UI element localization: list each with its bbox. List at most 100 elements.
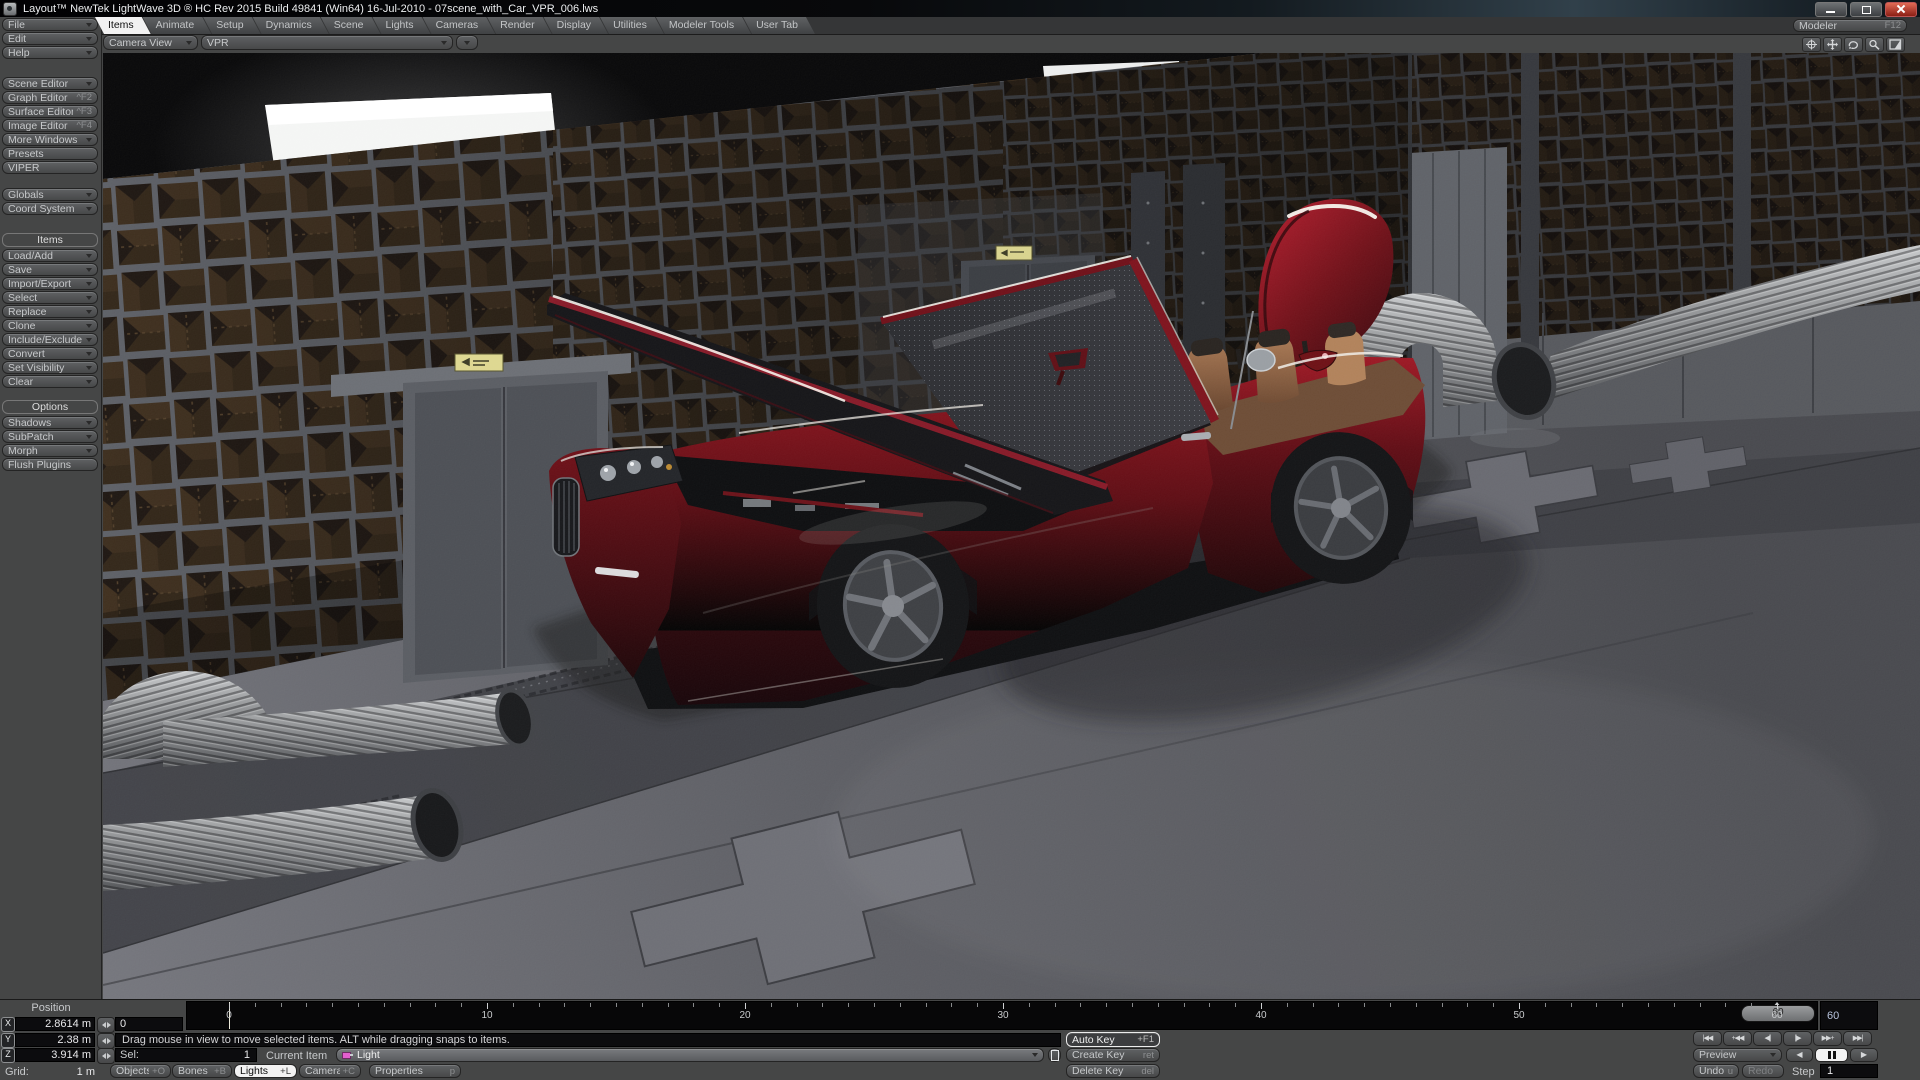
sidebar-item-select[interactable]: Select <box>2 291 98 304</box>
item-properties-mini-button[interactable] <box>1048 1048 1061 1062</box>
lights-mode-button[interactable]: Lights+L <box>234 1064 297 1078</box>
sidebar-item-presets[interactable]: Presets <box>2 147 98 160</box>
sidebar-item-scene-editor[interactable]: Scene Editor <box>2 77 98 90</box>
prev-keyframe-button[interactable]: +◀◀ <box>1723 1031 1752 1046</box>
sidebar-item-replace[interactable]: Replace <box>2 305 98 318</box>
bones-mode-button[interactable]: Bones+B <box>172 1064 232 1078</box>
help-menu[interactable]: Help <box>2 46 98 59</box>
zoom-view-icon <box>1868 39 1881 50</box>
play-reverse-button[interactable]: ◀ <box>1786 1048 1813 1062</box>
undo-button[interactable]: Undou <box>1693 1064 1739 1078</box>
sidebar-item-coord-system[interactable]: Coord System <box>2 202 98 215</box>
viewport-canvas[interactable] <box>103 53 1920 999</box>
delete-key-button[interactable]: Delete Keydel <box>1066 1064 1160 1078</box>
timeline-ruler[interactable]: 60 0102030405060 <box>186 1001 1818 1030</box>
rotate-view-button[interactable] <box>1844 37 1863 52</box>
position-z-field[interactable]: 3.914 m <box>15 1048 95 1062</box>
axis-y-button[interactable]: Y <box>1 1033 15 1048</box>
sidebar-item-include-exclude[interactable]: Include/Exclude <box>2 333 98 346</box>
chevron-down-icon <box>86 207 92 211</box>
position-x-field[interactable]: 2.8614 m <box>15 1017 95 1031</box>
view-mode-dropdown[interactable]: Camera View <box>103 35 198 50</box>
sidebar-item-subpatch[interactable]: SubPatch <box>2 430 98 443</box>
left-arrow-icon <box>102 1038 106 1044</box>
sidebar-item-viper[interactable]: VIPER <box>2 161 98 174</box>
z-nudge-control[interactable] <box>97 1048 115 1064</box>
sidebar-item-shadows[interactable]: Shadows <box>2 416 98 429</box>
create-key-button[interactable]: Create Keyret <box>1066 1048 1160 1062</box>
sidebar-item-image-editor[interactable]: Image Editor^F4 <box>2 119 98 132</box>
step-forward-button[interactable]: ||▶ <box>1783 1031 1812 1046</box>
chevron-down-icon <box>86 37 92 41</box>
next-keyframe-button[interactable]: ▶▶+ <box>1813 1031 1842 1046</box>
chevron-down-icon <box>86 254 92 258</box>
sidebar-item-clear[interactable]: Clear <box>2 375 98 388</box>
sidebar-item-set-visibility[interactable]: Set Visibility <box>2 361 98 374</box>
go-to-start-button[interactable]: |◀◀ <box>1693 1031 1722 1046</box>
go-to-end-button[interactable]: ▶▶| <box>1843 1031 1872 1046</box>
position-y-field[interactable]: 2.38 m <box>15 1033 95 1047</box>
minimize-button[interactable] <box>1815 2 1847 17</box>
maximize-viewport-button[interactable] <box>1886 37 1905 52</box>
tab-user-tab[interactable]: User Tab <box>743 17 815 34</box>
file-menu[interactable]: File <box>2 18 98 31</box>
move-view-button[interactable] <box>1823 37 1842 52</box>
tab-setup[interactable]: Setup <box>203 17 260 34</box>
tab-cameras[interactable]: Cameras <box>423 17 496 34</box>
pan-view-icon <box>1805 39 1818 50</box>
objects-mode-button[interactable]: Objects+O <box>110 1064 171 1078</box>
modeler-button[interactable]: Modeler F12 <box>1793 19 1907 32</box>
step-field[interactable]: 1 <box>1820 1064 1878 1078</box>
render-mode-dropdown[interactable]: VPR <box>201 35 453 50</box>
tab-dynamics[interactable]: Dynamics <box>253 17 329 34</box>
chevron-down-icon <box>86 449 92 453</box>
sidebar-item-import-export[interactable]: Import/Export <box>2 277 98 290</box>
current-item-dropdown[interactable]: Light <box>336 1048 1044 1062</box>
auto-key-button[interactable]: Auto Key+F1 <box>1066 1032 1160 1047</box>
step-back-button[interactable]: ◀|| <box>1753 1031 1782 1046</box>
current-frame-field[interactable]: 0 <box>115 1017 183 1031</box>
tab-render[interactable]: Render <box>487 17 551 34</box>
sidebar-item-globals[interactable]: Globals <box>2 188 98 201</box>
sidebar-item-graph-editor[interactable]: Graph Editor^F2 <box>2 91 98 104</box>
restore-button[interactable] <box>1850 2 1882 17</box>
end-frame-field[interactable]: 60 <box>1820 1001 1878 1030</box>
tab-modeler-tools[interactable]: Modeler Tools <box>656 17 751 34</box>
close-button[interactable] <box>1885 2 1917 17</box>
redo-button[interactable]: Redo <box>1742 1064 1784 1078</box>
tab-utilities[interactable]: Utilities <box>600 17 664 34</box>
tab-animate[interactable]: Animate <box>143 17 212 34</box>
edit-menu[interactable]: Edit <box>2 32 98 45</box>
status-bar: Drag mouse in view to move selected item… <box>115 1033 1061 1047</box>
zoom-view-button[interactable] <box>1865 37 1884 52</box>
sidebar-item-load-add[interactable]: Load/Add <box>2 249 98 262</box>
preview-dropdown[interactable]: Preview <box>1693 1048 1782 1062</box>
tab-display[interactable]: Display <box>544 17 608 34</box>
play-forward-button[interactable]: ▶ <box>1850 1048 1878 1062</box>
axis-z-button[interactable]: Z <box>1 1048 15 1063</box>
chevron-down-icon <box>86 366 92 370</box>
x-nudge-control[interactable] <box>97 1017 115 1033</box>
sidebar-item-convert[interactable]: Convert <box>2 347 98 360</box>
sidebar-item-clone[interactable]: Clone <box>2 319 98 332</box>
sidebar-item-morph[interactable]: Morph <box>2 444 98 457</box>
sidebar-item-surface-editor[interactable]: Surface Editor^F3 <box>2 105 98 118</box>
tab-scene[interactable]: Scene <box>321 17 381 34</box>
cameras-mode-button[interactable]: Cameras+C <box>299 1064 361 1078</box>
y-nudge-control[interactable] <box>97 1033 115 1049</box>
properties-button[interactable]: Propertiesp <box>369 1064 461 1078</box>
tab-lights[interactable]: Lights <box>373 17 431 34</box>
tab-items[interactable]: Items <box>95 17 151 34</box>
light-item-icon <box>342 1051 353 1059</box>
viewport-options-dropdown[interactable] <box>456 35 478 50</box>
sidebar-item-flush-plugins[interactable]: Flush Plugins <box>2 458 98 471</box>
chevron-down-icon <box>86 310 92 314</box>
selection-count-field: Sel: 1 <box>115 1048 257 1062</box>
current-item-label: Current Item <box>266 1050 327 1062</box>
sidebar-item-save[interactable]: Save <box>2 263 98 276</box>
sidebar-item-more-windows[interactable]: More Windows <box>2 133 98 146</box>
move-view-icon <box>1826 39 1839 50</box>
axis-x-button[interactable]: X <box>1 1017 15 1032</box>
pause-button[interactable] <box>1815 1048 1848 1062</box>
pan-view-button[interactable] <box>1802 37 1821 52</box>
